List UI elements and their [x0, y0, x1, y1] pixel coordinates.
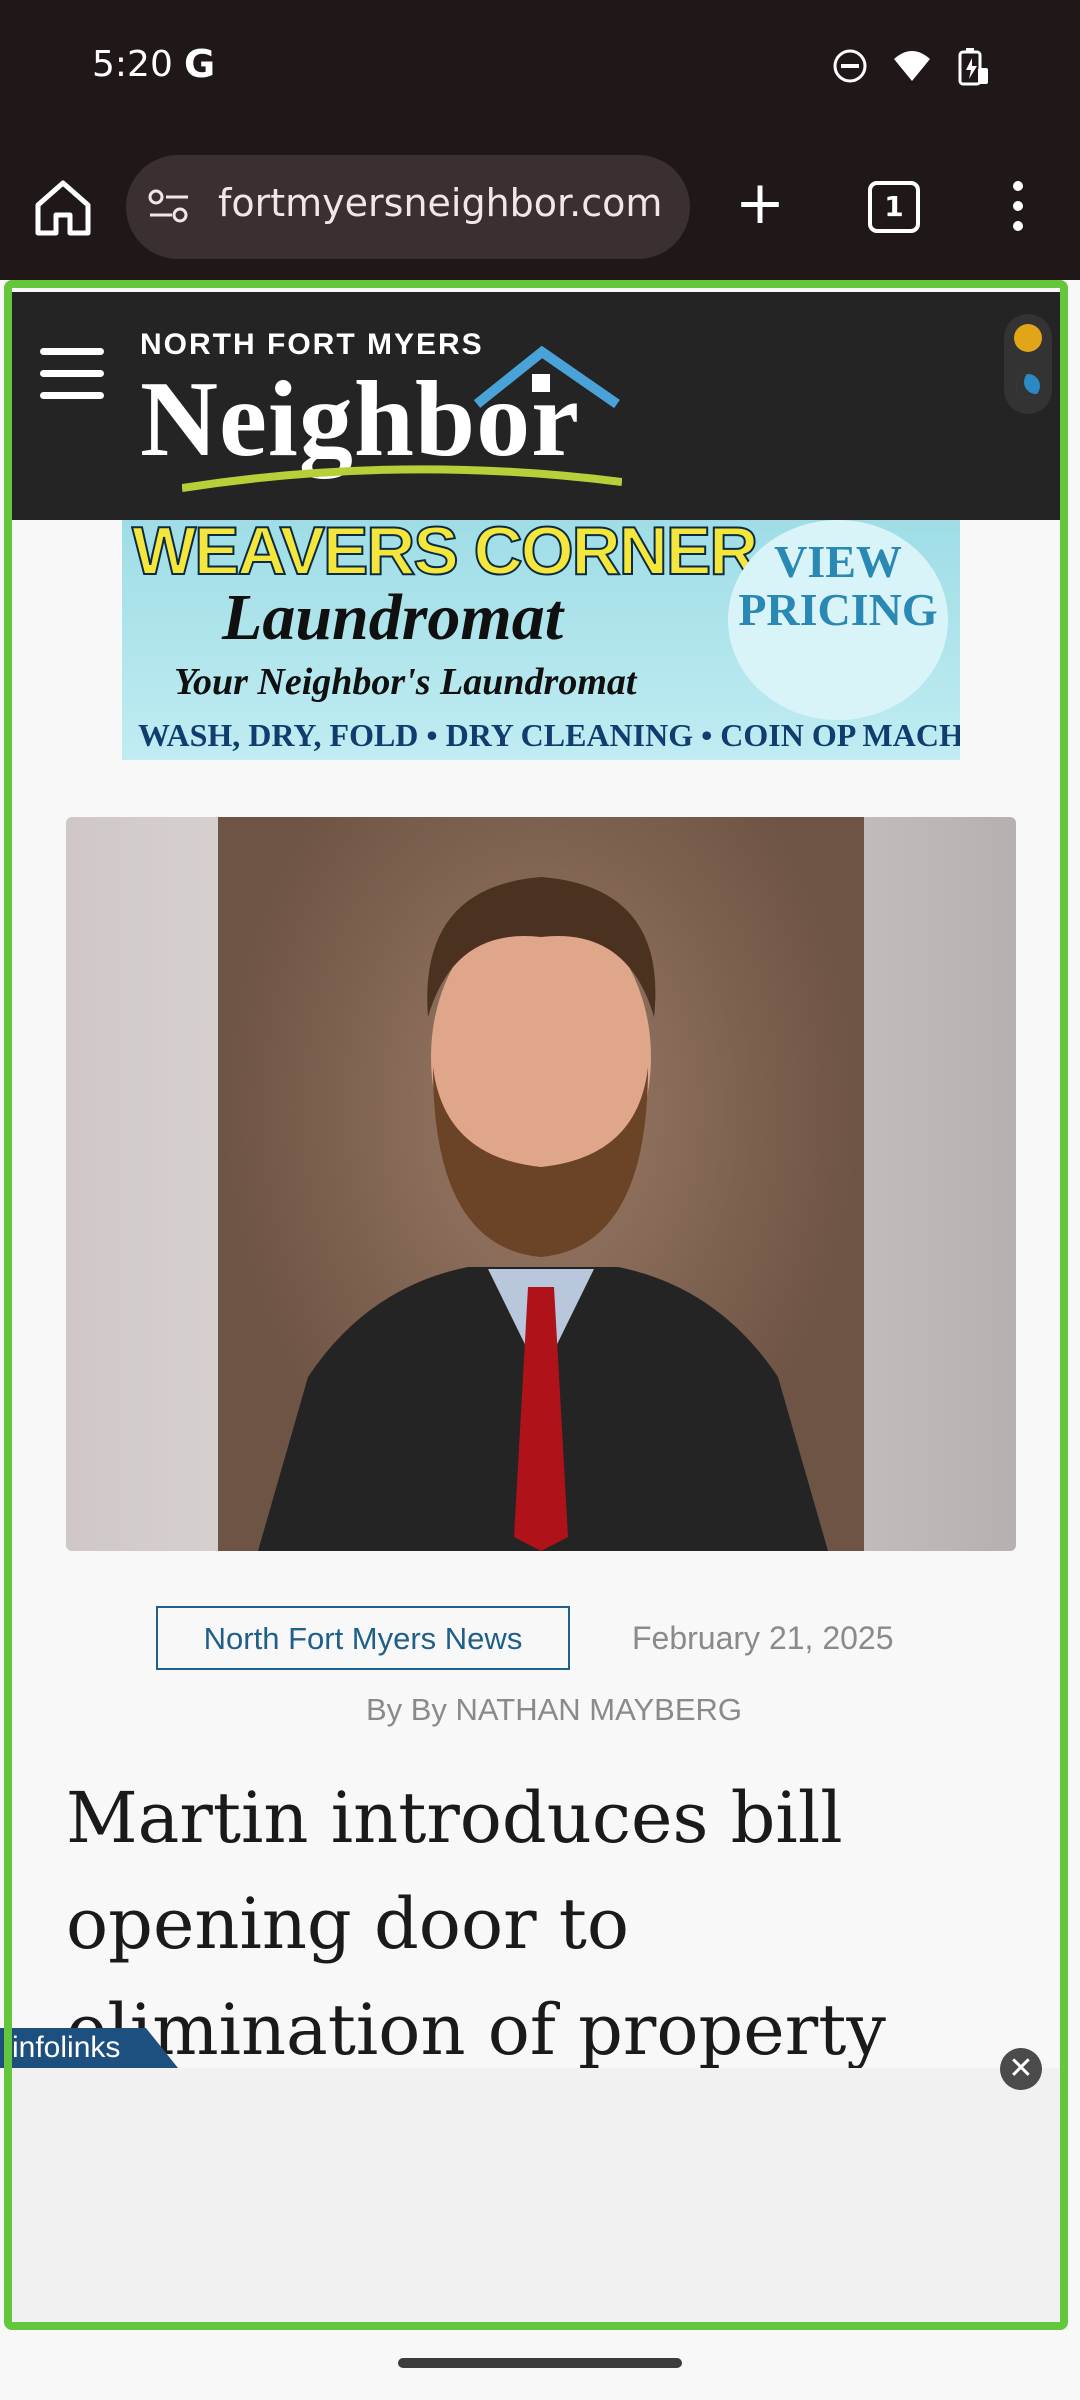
browser-toolbar: fortmyersneighbor.com + 1 — [0, 135, 1080, 280]
byline: By By NATHAN MAYBERG — [365, 1692, 743, 1727]
portrait-image — [258, 877, 828, 1551]
web-content: NORTH FORT MYERS Neighbor WEAVERS CORNER… — [0, 280, 1080, 2336]
house-roof-icon — [473, 345, 620, 409]
home-icon[interactable] — [30, 175, 96, 241]
more-options-icon[interactable] — [1000, 175, 1036, 241]
ad-subtitle: Laundromat — [222, 581, 564, 654]
site-header: NORTH FORT MYERS Neighbor — [12, 292, 1068, 520]
category-badge[interactable]: North Fort Myers News — [156, 1606, 570, 1670]
article-photo — [66, 817, 1016, 1551]
wifi-icon — [894, 51, 930, 81]
do-not-disturb-icon — [833, 49, 867, 83]
ad-tagline: Your Neighbor's Laundromat — [174, 661, 637, 703]
new-tab-button[interactable]: + — [730, 173, 790, 239]
close-ad-button[interactable]: ✕ — [1000, 2048, 1042, 2090]
gesture-handle[interactable] — [398, 2358, 682, 2368]
status-bar: 5:20 G — [0, 0, 1080, 135]
status-time: 5:20 — [92, 44, 173, 85]
google-icon: G — [184, 42, 216, 86]
status-icons — [832, 46, 990, 86]
logo-swoosh-icon — [182, 465, 622, 492]
publish-date: February 21, 2025 — [632, 1620, 894, 1656]
ad-services: WASH, DRY, FOLD • DRY CLEANING • COIN OP… — [138, 717, 960, 753]
navigation-area — [0, 2336, 1080, 2400]
view-pricing-label: VIEW PRICING — [738, 536, 938, 635]
address-bar[interactable]: fortmyersneighbor.com — [126, 155, 690, 259]
url-text[interactable]: fortmyersneighbor.com — [218, 181, 678, 225]
menu-icon[interactable] — [40, 348, 104, 400]
site-settings-icon[interactable] — [146, 183, 192, 229]
sun-icon — [1014, 324, 1042, 352]
bottom-ad-area[interactable] — [12, 2068, 1068, 2330]
laundromat-ad-banner[interactable]: WEAVERS CORNER Laundromat Your Neighbor'… — [122, 520, 960, 760]
view-pricing-badge[interactable]: VIEW PRICING — [728, 520, 948, 720]
logo-small-text: NORTH FORT MYERS — [140, 328, 484, 361]
tab-switcher-button[interactable]: 1 — [868, 181, 920, 233]
moon-icon — [1016, 374, 1040, 398]
battery-charging-icon — [958, 48, 988, 86]
theme-toggle[interactable] — [1004, 314, 1052, 414]
